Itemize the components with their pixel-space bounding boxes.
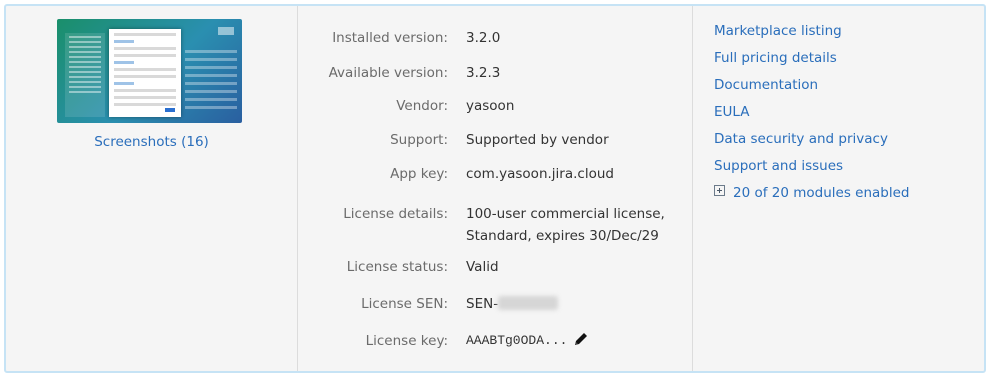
- license-details-label: License details:: [343, 206, 448, 222]
- marketplace-listing-link[interactable]: Marketplace listing: [714, 20, 910, 47]
- installed-version-label: Installed version:: [332, 30, 448, 46]
- support-label: Support:: [390, 132, 448, 148]
- app-key-label: App key:: [390, 166, 448, 182]
- modules-toggle[interactable]: 20 of 20 modules enabled: [714, 182, 910, 209]
- installed-version-value: 3.2.0: [466, 30, 501, 46]
- related-links: Marketplace listing Full pricing details…: [714, 20, 910, 209]
- screenshot-thumbnail[interactable]: [57, 19, 242, 123]
- license-key-value: AAABTg0ODA...: [466, 330, 589, 352]
- license-status-value: Valid: [466, 259, 499, 275]
- license-details-value: 100-user commercial license, Standard, e…: [466, 203, 665, 247]
- license-status-label: License status:: [346, 259, 448, 275]
- license-key-text: AAABTg0ODA...: [466, 333, 568, 348]
- license-sen-value: SEN-: [466, 293, 559, 315]
- data-security-link[interactable]: Data security and privacy: [714, 128, 910, 155]
- pencil-icon[interactable]: [573, 331, 589, 347]
- support-value: Supported by vendor: [466, 132, 609, 148]
- documentation-link[interactable]: Documentation: [714, 74, 910, 101]
- app-key-value: com.yasoon.jira.cloud: [466, 166, 614, 182]
- expand-plus-icon[interactable]: [714, 185, 725, 196]
- eula-link[interactable]: EULA: [714, 101, 910, 128]
- license-sen-prefix: SEN-: [466, 296, 499, 312]
- full-pricing-link[interactable]: Full pricing details: [714, 47, 910, 74]
- modules-enabled-text: 20 of 20 modules enabled: [733, 185, 910, 201]
- screenshots-link[interactable]: Screenshots (16): [6, 134, 297, 150]
- license-key-label: License key:: [365, 333, 448, 349]
- column-divider: [297, 6, 298, 371]
- available-version-label: Available version:: [328, 65, 448, 81]
- vendor-label: Vendor:: [396, 98, 448, 114]
- available-version-value: 3.2.3: [466, 65, 501, 81]
- app-details-panel: Screenshots (16) Installed version: 3.2.…: [4, 4, 986, 373]
- license-details-line1: 100-user commercial license,: [466, 206, 665, 222]
- vendor-value: yasoon: [466, 98, 515, 114]
- redacted-sen-number: [498, 296, 559, 310]
- license-details-line2: Standard, expires 30/Dec/29: [466, 228, 659, 244]
- support-issues-link[interactable]: Support and issues: [714, 155, 910, 182]
- license-sen-label: License SEN:: [361, 296, 448, 312]
- column-divider: [692, 6, 693, 371]
